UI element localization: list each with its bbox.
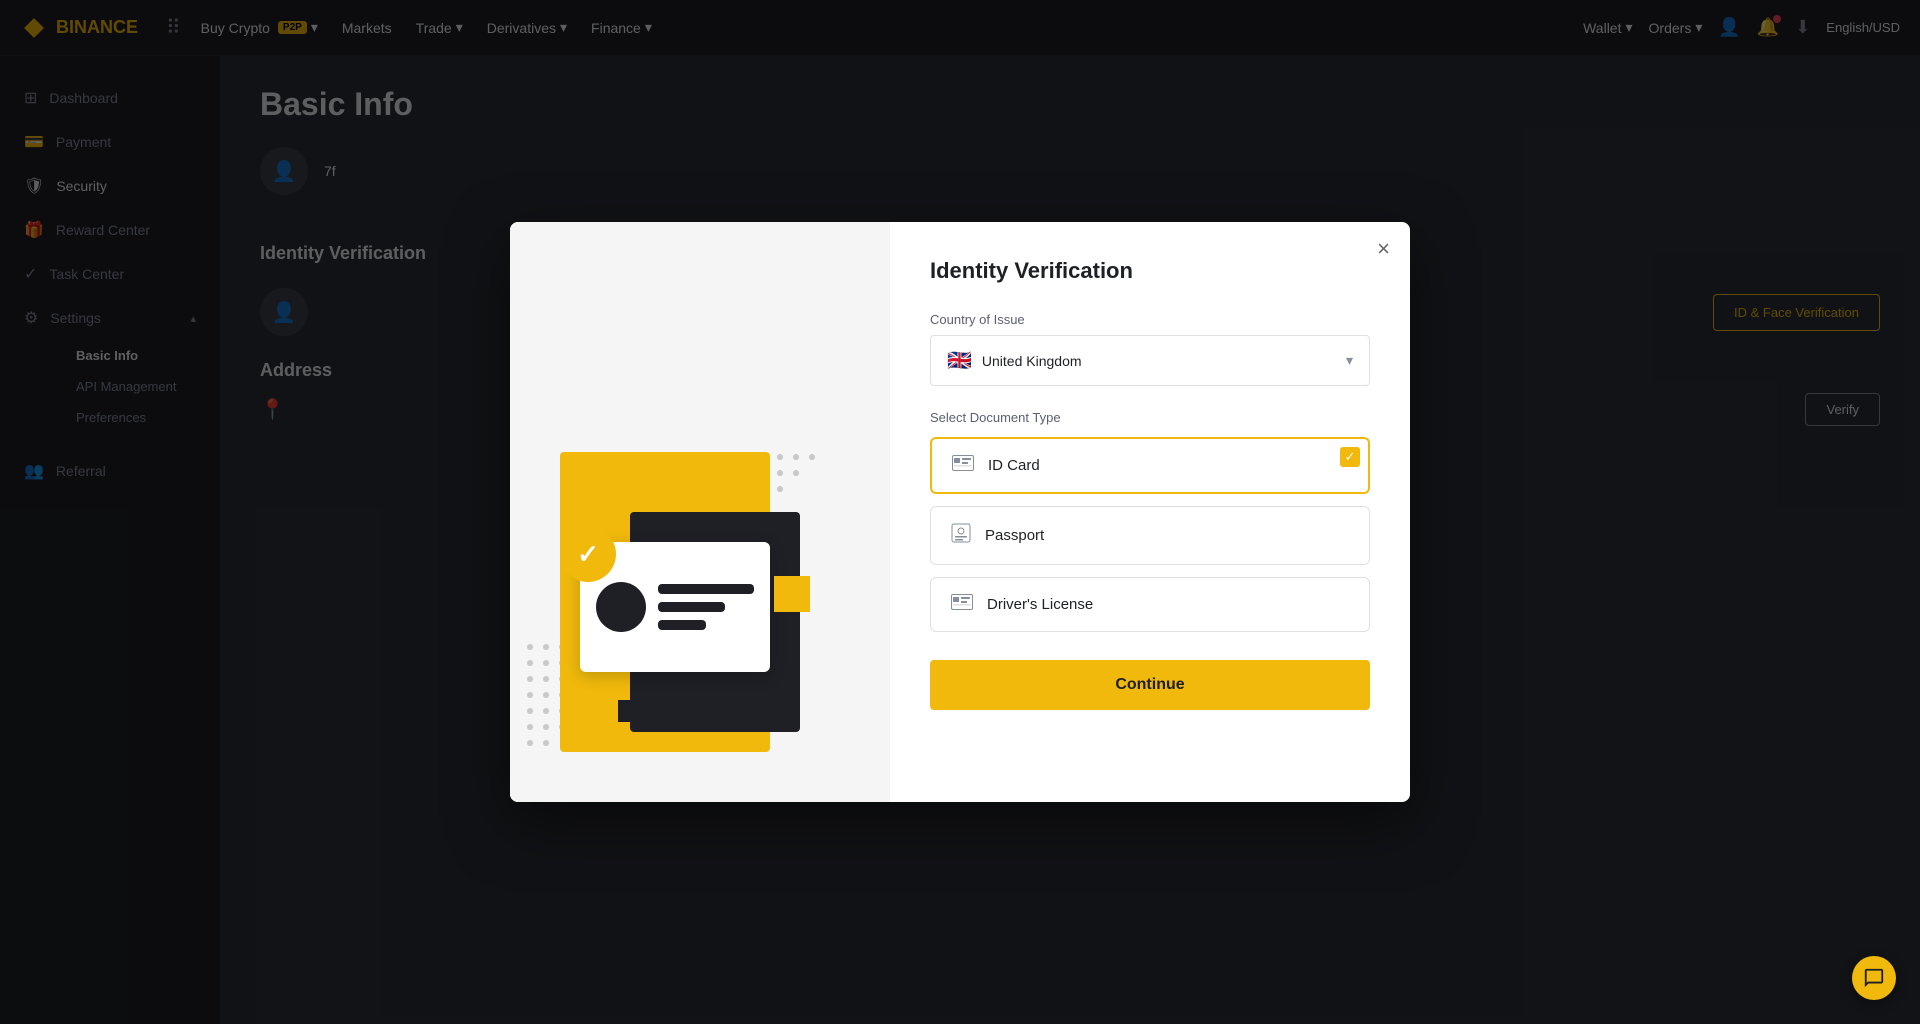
doc-option-passport[interactable]: Passport	[930, 506, 1370, 565]
country-select[interactable]: 🇬🇧 United Kingdom ▾	[930, 335, 1370, 386]
illus-checkmark: ✓	[560, 526, 616, 582]
passport-icon	[951, 523, 971, 548]
illus-line-3	[658, 620, 706, 630]
continue-button[interactable]: Continue	[930, 660, 1370, 710]
illus-dark-sq	[618, 700, 640, 722]
doc-options: ID Card ✓ Passport	[930, 437, 1370, 632]
selected-check: ✓	[1340, 447, 1360, 467]
chevron-down-icon: ▾	[1346, 352, 1353, 369]
modal-illustration-panel: .dp { fill: #c8c8c8; }	[510, 222, 890, 802]
modal-form-panel: × Identity Verification Country of Issue…	[890, 222, 1410, 802]
illus-line-1	[658, 584, 754, 594]
illus-avatar	[596, 582, 646, 632]
doc-option-id-card[interactable]: ID Card ✓	[930, 437, 1370, 494]
identity-verification-modal: .dp { fill: #c8c8c8; }	[510, 222, 1410, 802]
illus-line-2	[658, 602, 725, 612]
illustration: ✓	[550, 412, 810, 752]
doc-id-card-label: ID Card	[988, 457, 1040, 474]
doc-drivers-license-label: Driver's License	[987, 596, 1093, 613]
modal-close-button[interactable]: ×	[1377, 238, 1390, 260]
country-flag: 🇬🇧	[947, 348, 972, 373]
doc-option-drivers-license[interactable]: Driver's License	[930, 577, 1370, 632]
country-select-left: 🇬🇧 United Kingdom	[947, 348, 1082, 373]
doc-type-label: Select Document Type	[930, 410, 1370, 425]
modal-title: Identity Verification	[930, 258, 1370, 284]
illus-text-lines	[658, 584, 754, 630]
drivers-license-icon	[951, 594, 973, 615]
doc-passport-label: Passport	[985, 527, 1044, 544]
country-label: Country of Issue	[930, 312, 1370, 327]
illus-yellow-sq	[774, 576, 810, 612]
chat-fab-button[interactable]	[1852, 956, 1896, 1000]
modal-overlay[interactable]: .dp { fill: #c8c8c8; }	[0, 0, 1920, 1024]
id-card-icon	[952, 455, 974, 476]
country-value: United Kingdom	[982, 353, 1082, 369]
